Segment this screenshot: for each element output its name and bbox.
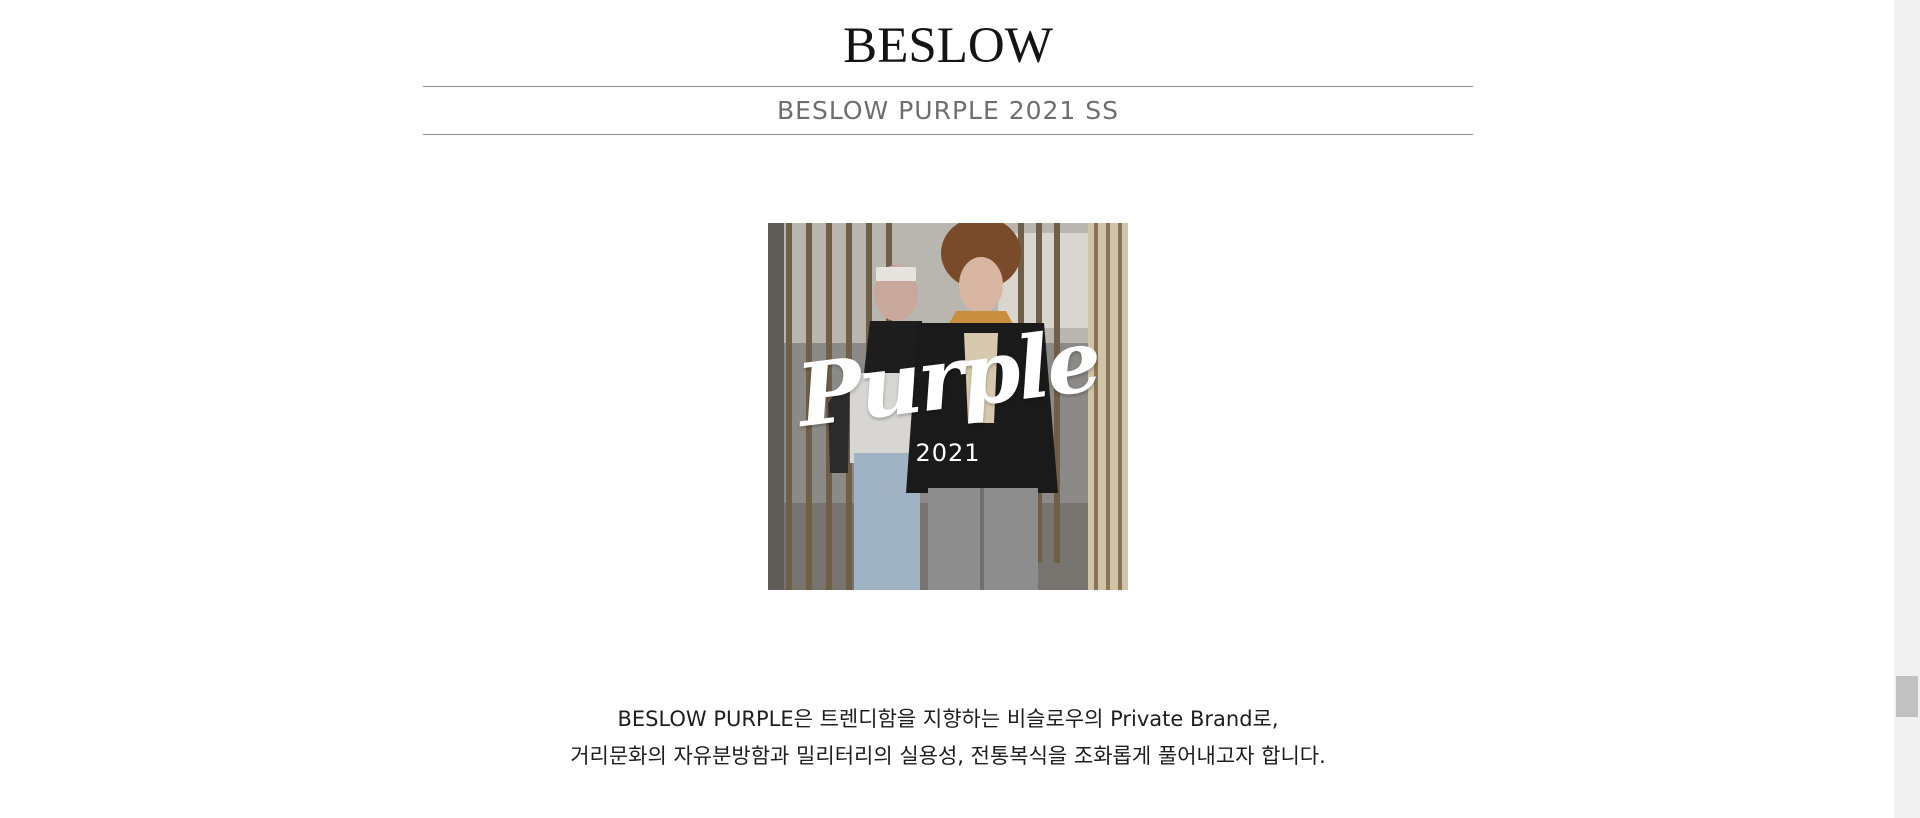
description-line-1: BESLOW PURPLE은 트렌디함을 지향하는 비슬로우의 Private … [617, 707, 1279, 731]
collection-hero-image: Purple 2021 [768, 223, 1128, 590]
header-divider-bottom [423, 134, 1473, 135]
page-title: BESLOW PURPLE 2021 SS [777, 96, 1119, 125]
hero-year-text: 2021 [915, 439, 981, 467]
header-divider-top [423, 86, 1473, 87]
page: BESLOW BESLOW PURPLE 2021 SS Purple 2021… [0, 0, 1920, 818]
brand-description: BESLOW PURPLE은 트렌디함을 지향하는 비슬로우의 Private … [423, 701, 1473, 775]
description-line-2: 거리문화의 자유분방함과 밀리터리의 실용성, 전통복식을 조화롭게 풀어내고자… [570, 744, 1326, 768]
vertical-scrollbar-thumb[interactable] [1896, 676, 1918, 717]
brand-logo[interactable]: BESLOW [423, 18, 1473, 74]
